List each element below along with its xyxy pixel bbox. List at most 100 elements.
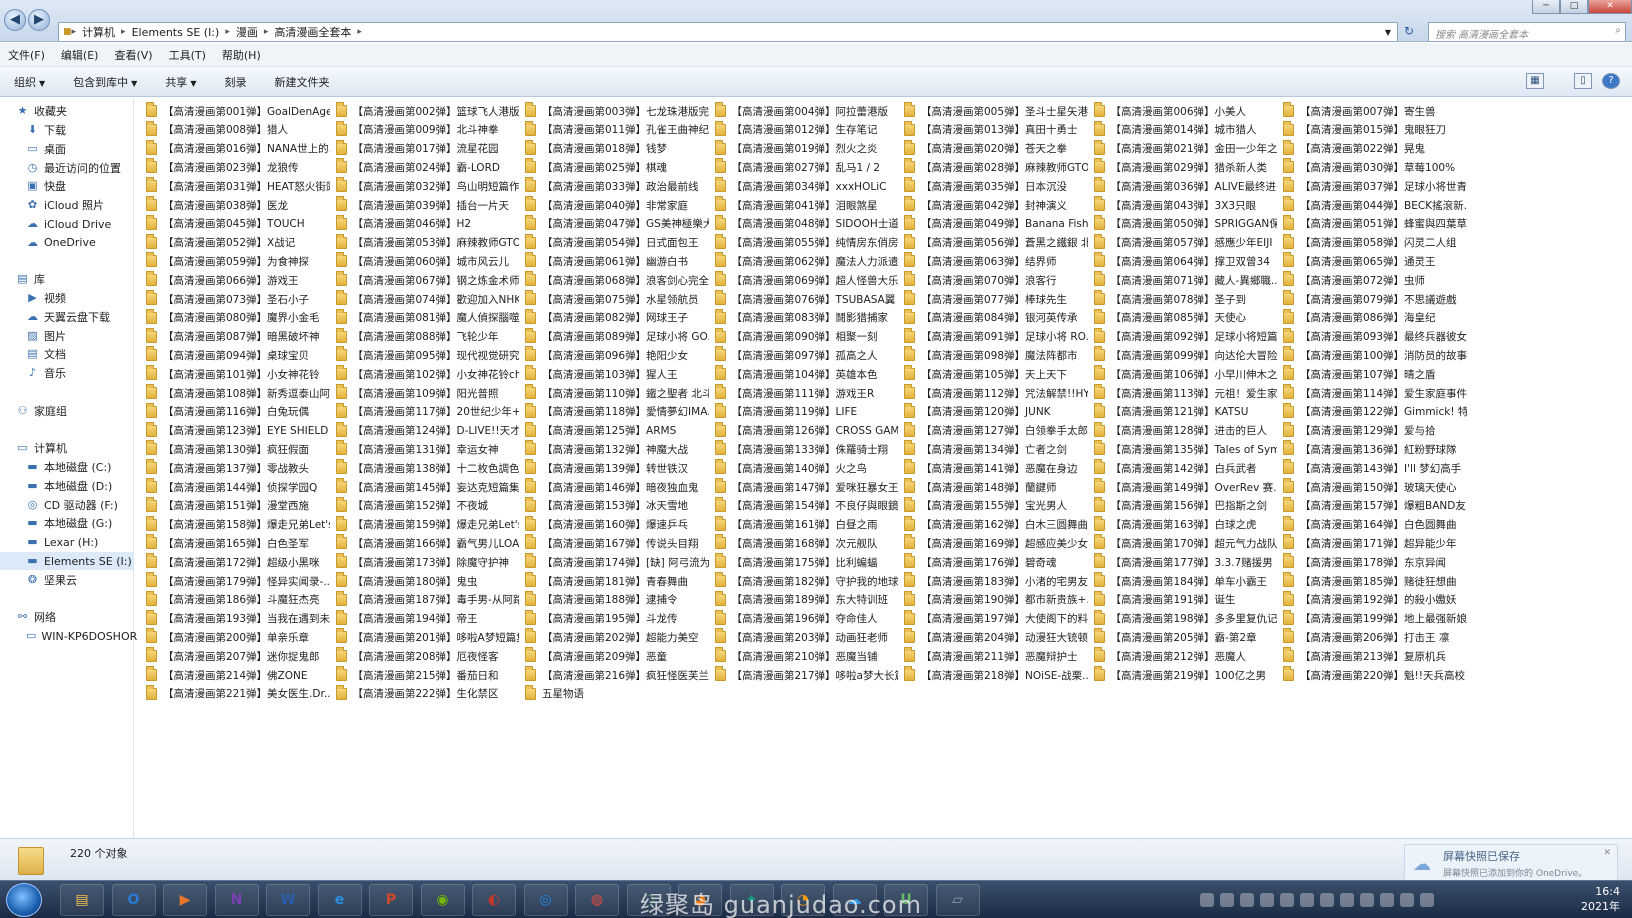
- folder-item[interactable]: 【高清漫画第161弹】白昼之雨: [714, 515, 899, 534]
- folder-item[interactable]: 【高清漫画第207弹】迷你捉鬼郎: [146, 647, 330, 665]
- nav-item[interactable]: ⬇ 下载: [0, 121, 134, 139]
- tray-icon[interactable]: [1320, 893, 1334, 907]
- nav-item[interactable]: ▬ Lexar (H:): [0, 533, 134, 551]
- tray-icon[interactable]: [1300, 893, 1314, 907]
- folder-item[interactable]: 【高清漫画第217弹】哆啦a梦大长篇: [714, 666, 898, 684]
- nav-item[interactable]: ▭ WIN-KP6DOSHOR: [0, 627, 137, 645]
- folder-item[interactable]: 【高清漫画第194弹】帝王: [335, 609, 520, 628]
- folder-item[interactable]: 【高清漫画第158弹】爆走兄弟Let's...: [146, 515, 330, 534]
- folder-item[interactable]: 【高清漫画第027弹】乱马1 / 2: [714, 158, 899, 176]
- chrome-icon[interactable]: ◍: [575, 884, 619, 916]
- folder-item[interactable]: 【高清漫画第024弹】霸-LORD: [335, 158, 520, 176]
- folder-item[interactable]: 【高清漫画第189弹】东大特训班: [714, 590, 899, 609]
- folder-item[interactable]: 【高清漫画第160弹】爆速乒乓: [525, 515, 709, 534]
- nav-item[interactable]: ◎ CD 驱动器 (F:): [0, 496, 134, 514]
- tray-icon[interactable]: [1400, 893, 1414, 907]
- folder-item[interactable]: 【高清漫画第020弹】苍天之拳: [904, 139, 1088, 158]
- folder-item[interactable]: 【高清漫画第103弹】猩人王: [525, 365, 709, 383]
- organize-button[interactable]: 组织 ▼: [14, 74, 45, 90]
- breadcrumb-item[interactable]: 高清漫画全套本: [268, 24, 357, 40]
- folder-item[interactable]: 【高清漫画第064弹】撑卫双曾34: [1093, 252, 1278, 270]
- new-folder-button[interactable]: 新建文件夹: [274, 74, 329, 90]
- folder-item[interactable]: 【高清漫画第093弹】最终兵器彼女: [1283, 327, 1467, 346]
- folder-item[interactable]: 【高清漫画第166弹】霸气男儿LOAD...: [335, 534, 519, 552]
- folder-item[interactable]: 【高清漫画第048弹】SIDOOH士道: [714, 214, 898, 233]
- maximize-button[interactable]: □: [1560, 0, 1588, 14]
- menu-view[interactable]: 查看(V): [114, 47, 152, 63]
- folder-item[interactable]: 【高清漫画第014弹】城市猎人: [1093, 120, 1278, 139]
- folder-item[interactable]: 【高清漫画第136弹】紅粉野球隊: [1283, 440, 1467, 458]
- menu-tools[interactable]: 工具(T): [169, 47, 206, 63]
- folder-item[interactable]: 【高清漫画第068弹】浪客剑心完全版: [525, 271, 709, 289]
- folder-item[interactable]: 【高清漫画第182弹】守护我的地球: [714, 572, 898, 590]
- nav-item[interactable]: ♪ 音乐: [0, 364, 134, 382]
- folder-item[interactable]: 【高清漫画第084弹】银河英传承: [904, 308, 1088, 327]
- folder-item[interactable]: 【高清漫画第036弹】ALIVE最终进...: [1093, 177, 1277, 195]
- folder-item[interactable]: 【高清漫画第025弹】棋魂: [525, 158, 709, 176]
- nav-item[interactable]: ★ 收藏夹: [0, 102, 134, 120]
- folder-item[interactable]: 【高清漫画第057弹】感應少年EIJI: [1093, 233, 1278, 252]
- folder-item[interactable]: 【高清漫画第202弹】超能力美空: [525, 628, 709, 646]
- folder-item[interactable]: 【高清漫画第042弹】封神演义: [904, 196, 1088, 214]
- folder-item[interactable]: 【高清漫画第168弹】次元舰队: [714, 534, 899, 552]
- folder-item[interactable]: 【高清漫画第135弹】Tales of Sym...: [1093, 440, 1277, 458]
- folder-item[interactable]: 【高清漫画第213弹】复原机兵: [1283, 647, 1467, 665]
- tray-icon[interactable]: [1420, 893, 1434, 907]
- folder-item[interactable]: 【高清漫画第152弹】不夜城: [335, 496, 520, 515]
- folder-item[interactable]: 【高清漫画第190弹】都市新贵族+...: [904, 590, 1088, 609]
- folder-item[interactable]: 【高清漫画第098弹】魔法阵都市: [904, 346, 1088, 364]
- close-icon[interactable]: ✕: [1603, 848, 1611, 858]
- folder-item[interactable]: 【高清漫画第102弹】小女神花铃chu: [335, 365, 519, 383]
- folder-item[interactable]: 【高清漫画第118弹】愛情夢幻IMA...: [525, 402, 709, 421]
- folder-item[interactable]: 【高清漫画第175弹】比利蝙蝠: [714, 553, 899, 571]
- folder-item[interactable]: 【高清漫画第222弹】生化禁区: [335, 684, 520, 703]
- folder-item[interactable]: 【高清漫画第052弹】X战记: [146, 233, 330, 252]
- folder-item[interactable]: 【高清漫画第195弹】斗龙传: [525, 609, 709, 628]
- folder-item[interactable]: 【高清漫画第212弹】恶魔人: [1093, 647, 1278, 665]
- folder-item[interactable]: 【高清漫画第220弹】魁!!天兵高校: [1283, 666, 1467, 684]
- folder-item[interactable]: 【高清漫画第028弹】麻辣教师GTO: [904, 158, 1088, 176]
- folder-item[interactable]: 【高清漫画第200弹】单亲乐章: [146, 628, 330, 646]
- folder-item[interactable]: 【高清漫画第205弹】霸-第2章: [1093, 628, 1278, 646]
- nav-item[interactable]: ▬ 本地磁盘 (C:): [0, 458, 134, 476]
- folder-item[interactable]: 【高清漫画第116弹】白兔玩偶: [146, 402, 330, 421]
- folder-item[interactable]: 【高清漫画第164弹】白色圆舞曲: [1283, 515, 1467, 534]
- folder-item[interactable]: 【高清漫画第004弹】阿拉蕾港版: [714, 102, 899, 120]
- folder-item[interactable]: 【高清漫画第188弹】逮捕令: [525, 590, 709, 609]
- tray-icon[interactable]: [1260, 893, 1274, 907]
- nav-item[interactable]: ▨ 图片: [0, 327, 134, 345]
- folder-item[interactable]: 【高清漫画第127弹】白领拳手太郎: [904, 421, 1088, 440]
- nav-item[interactable]: ▬ Elements SE (I:): [0, 552, 134, 570]
- folder-item[interactable]: 【高清漫画第186弹】斗魔狂杰亮: [146, 590, 330, 609]
- folder-item[interactable]: 【高清漫画第072弹】虫师: [1283, 271, 1467, 289]
- folder-item[interactable]: 【高清漫画第019弹】烈火之炎: [714, 139, 899, 158]
- folder-item[interactable]: 【高清漫画第204弹】动漫狂大铳顿: [904, 628, 1088, 646]
- media-player-icon[interactable]: ▶: [163, 884, 207, 916]
- folder-item[interactable]: 【高清漫画第141弹】恶魔在身边: [904, 459, 1088, 477]
- folder-item[interactable]: 【高清漫画第045弹】TOUCH: [146, 214, 330, 233]
- folder-item[interactable]: 【高清漫画第053弹】麻辣教师GTO: [335, 233, 519, 252]
- folder-item[interactable]: 【高清漫画第051弹】蜂蜜與四葉草: [1283, 214, 1467, 233]
- folder-item[interactable]: 【高清漫画第129弹】爱与拾: [1283, 421, 1467, 440]
- forward-icon[interactable]: ▶: [28, 9, 50, 31]
- folder-item[interactable]: 【高清漫画第201弹】哆啦A梦短篇集: [335, 628, 519, 646]
- folder-item[interactable]: 【高清漫画第196弹】夺命佳人: [714, 609, 899, 628]
- breadcrumb-item[interactable]: Elements SE (I:): [126, 26, 226, 39]
- folder-item[interactable]: 【高清漫画第191弹】诞生: [1093, 590, 1278, 609]
- folder-item[interactable]: 【高清漫画第139弹】转世铁汉: [525, 459, 709, 477]
- nvidia-icon[interactable]: ◉: [420, 884, 465, 916]
- folder-item[interactable]: 【高清漫画第197弹】大使阁下的料...: [904, 609, 1088, 628]
- folder-item[interactable]: 【高清漫画第059弹】为食神探: [146, 252, 330, 270]
- folder-item[interactable]: 【高清漫画第101弹】小女神花铃: [146, 365, 330, 383]
- folder-item[interactable]: 【高清漫画第145弹】妄达克短篇集: [335, 478, 519, 496]
- folder-item[interactable]: 【高清漫画第216弹】疯狂怪医芙兰: [525, 666, 709, 684]
- folder-item[interactable]: 【高清漫画第078弹】圣子到: [1093, 290, 1278, 308]
- nav-item[interactable]: ▤ 文档: [0, 345, 134, 363]
- folder-item[interactable]: 【高清漫画第109弹】阳光普照: [335, 384, 520, 402]
- folder-item[interactable]: 【高清漫画第144弹】侦探学园Q: [146, 478, 330, 496]
- nav-item[interactable]: ▭ 计算机: [0, 439, 134, 457]
- burn-button[interactable]: 刻录: [224, 74, 246, 90]
- folder-item[interactable]: 【高清漫画第031弹】HEAT怒火街頭: [146, 177, 330, 195]
- folder-item[interactable]: 【高清漫画第075弹】水星领航员: [525, 290, 709, 308]
- folder-item[interactable]: 【高清漫画第113弹】元祖！爱生家...: [1093, 384, 1277, 402]
